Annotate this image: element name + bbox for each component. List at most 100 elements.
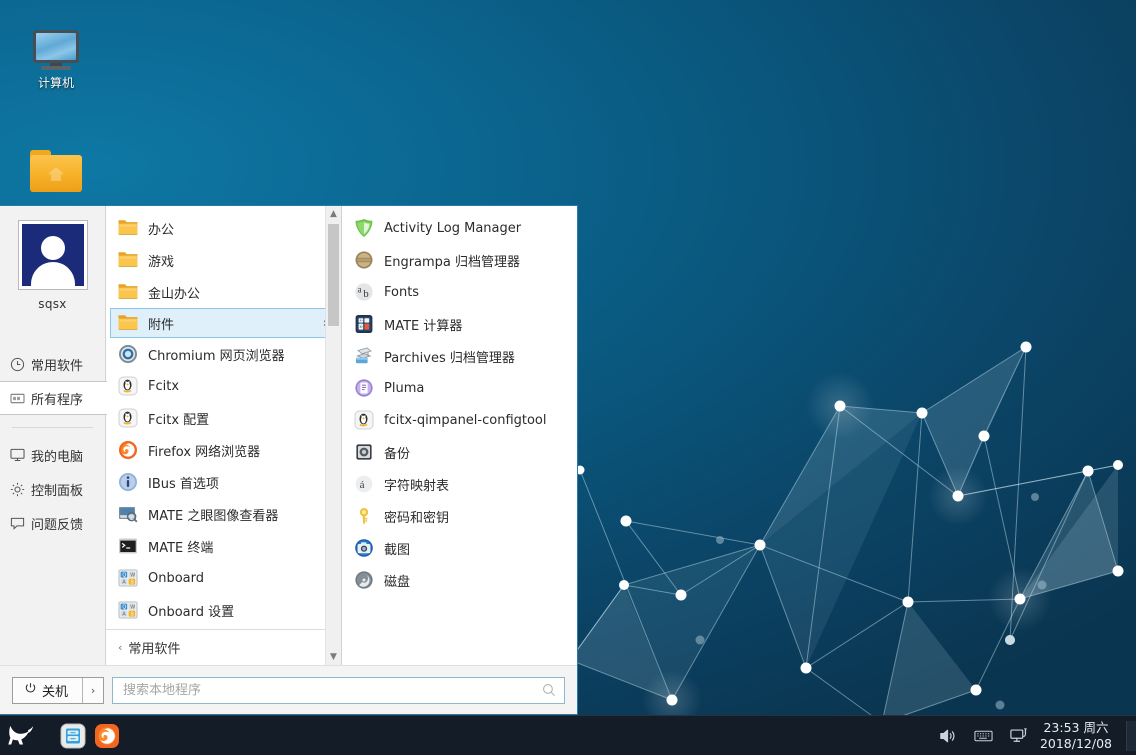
app-list-item-label: Fcitx 配置	[148, 412, 210, 428]
gear-icon	[9, 481, 26, 498]
submenu-item-label: Activity Log Manager	[384, 220, 522, 236]
svg-text:Q: Q	[122, 572, 126, 578]
folder-icon	[118, 250, 138, 270]
svg-text:+-: +-	[359, 318, 364, 323]
start-menu-bottom-bar: 关机 ›	[0, 665, 577, 714]
sidebar-item-frequent[interactable]: 常用软件	[0, 347, 105, 381]
sidebar-item-control-panel[interactable]: 控制面板	[0, 472, 105, 506]
ibus-icon	[118, 472, 138, 492]
app-list-item-label: Chromium 网页浏览器	[148, 348, 285, 364]
app-list-item-label: Firefox 网络浏览器	[148, 444, 261, 460]
taskbar-app-file-manager[interactable]	[60, 723, 86, 749]
app-list-footer-label: 常用软件	[128, 642, 181, 657]
clock-date: 2018/12/08	[1039, 735, 1112, 751]
shutdown-button[interactable]: 关机	[13, 678, 82, 703]
start-menu-button[interactable]	[0, 716, 40, 755]
sidebar-divider	[12, 427, 93, 428]
app-list-item[interactable]: 附件›	[110, 308, 339, 338]
app-list-item[interactable]: MATE 终端	[106, 530, 341, 562]
submenu-item[interactable]: +- x÷ MATE 计算器	[342, 308, 577, 340]
taskbar-app-firefox[interactable]	[94, 723, 120, 749]
app-list-scrollbar[interactable]: ▲ ▼	[325, 206, 341, 665]
search-icon	[542, 683, 556, 697]
disks-icon	[354, 570, 374, 590]
power-icon	[24, 682, 37, 699]
shutdown-label: 关机	[42, 684, 69, 700]
firefox-icon	[95, 723, 119, 748]
fcitx-icon	[118, 408, 138, 428]
submenu-item[interactable]: a b Fonts	[342, 276, 577, 308]
app-list-item-label: 金山办公	[148, 286, 201, 302]
svg-text:á: á	[360, 479, 365, 491]
show-desktop-button[interactable]	[1126, 720, 1136, 751]
volume-icon[interactable]	[938, 726, 958, 746]
submenu-item[interactable]: á 字符映射表	[342, 468, 577, 500]
search-box[interactable]	[112, 676, 565, 704]
scroll-down-button[interactable]: ▼	[326, 649, 341, 665]
parchives-icon	[354, 346, 374, 366]
desktop-icon-computer[interactable]: 计算机	[8, 30, 104, 91]
app-list-item[interactable]: Q W A S Onboard 设置	[106, 594, 341, 626]
shutdown-button-group: 关机 ›	[12, 676, 105, 704]
app-list-item[interactable]: 游戏	[106, 244, 341, 276]
submenu-item-label: Pluma	[384, 380, 425, 396]
svg-text:Q: Q	[122, 604, 126, 610]
svg-text:a: a	[358, 285, 362, 295]
clock[interactable]: 23:53 周六 2018/12/08	[1040, 720, 1112, 752]
app-list-item-label: Onboard 设置	[148, 604, 235, 620]
submenu-column: Activity Log Manager Engrampa 归档管理器 a b Font…	[342, 206, 577, 665]
screenshot-icon	[354, 538, 374, 558]
app-list-footer[interactable]: ‹ 常用软件	[106, 629, 341, 665]
app-list-item[interactable]: Fcitx	[106, 370, 341, 402]
app-list-item-label: Onboard	[148, 570, 205, 586]
sidebar-item-feedback[interactable]: 问题反馈	[0, 506, 105, 540]
sidebar-item-label: 常用软件	[31, 358, 84, 374]
submenu-item[interactable]: 密码和密钥	[342, 500, 577, 532]
app-list-item[interactable]: Firefox 网络浏览器	[106, 434, 341, 466]
backup-icon	[354, 442, 374, 462]
search-input[interactable]	[123, 682, 542, 698]
avatar[interactable]	[17, 220, 88, 290]
taskbar: 23:53 周六 2018/12/08	[0, 715, 1136, 755]
submenu-item[interactable]: Parchives 归档管理器	[342, 340, 577, 372]
keyboard-icon[interactable]	[974, 726, 994, 746]
sidebar-item-my-computer[interactable]: 我的电脑	[0, 438, 105, 472]
app-list-item[interactable]: 办公	[106, 212, 341, 244]
svg-text:W: W	[130, 572, 135, 578]
eye-of-mate-icon	[118, 504, 138, 524]
submenu-item[interactable]: 磁盘	[342, 564, 577, 596]
app-list-item[interactable]: Q W A S Onboard	[106, 562, 341, 594]
submenu-item[interactable]: 备份	[342, 436, 577, 468]
shutdown-options-button[interactable]: ›	[82, 677, 103, 703]
network-icon[interactable]	[1010, 726, 1030, 746]
fonts-icon: ab	[354, 282, 374, 302]
app-list-item[interactable]: Chromium 网页浏览器	[106, 338, 341, 370]
app-list-item[interactable]: IBus 首选项	[106, 466, 341, 498]
submenu-item[interactable]: Pluma	[342, 372, 577, 404]
sidebar-item-all-programs[interactable]: 所有程序	[0, 381, 107, 415]
submenu-item-label: Fonts	[384, 284, 420, 300]
submenu-item[interactable]: 截图	[342, 532, 577, 564]
app-list-item-label: MATE 之眼图像查看器	[148, 508, 279, 524]
scroll-up-button[interactable]: ▲	[326, 206, 341, 222]
sidebar-item-label: 问题反馈	[31, 517, 84, 533]
start-menu-sidebar: sqsx 常用软件 所有程序 我的电脑 控制面板 问题反馈	[0, 206, 107, 665]
pluma-icon	[354, 378, 374, 398]
submenu-item[interactable]: Engrampa 归档管理器	[342, 244, 577, 276]
app-list-item[interactable]: 金山办公	[106, 276, 341, 308]
app-list-item[interactable]: MATE 之眼图像查看器	[106, 498, 341, 530]
svg-text:W: W	[130, 604, 135, 610]
onboard-icon: QWAS	[118, 600, 138, 620]
submenu-item[interactable]: Activity Log Manager	[342, 212, 577, 244]
sidebar-item-label: 控制面板	[31, 483, 84, 499]
app-list-column: 办公游戏金山办公附件› Chromium 网页浏览器 Fcitx Fcitx 配置 Fi…	[106, 206, 342, 665]
submenu-item[interactable]: fcitx-qimpanel-configtool	[342, 404, 577, 436]
app-list-item-label: 办公	[148, 222, 175, 238]
folder-icon	[118, 282, 138, 302]
desktop-icon-home-folder[interactable]	[8, 150, 104, 198]
user-avatar-icon	[21, 224, 84, 286]
app-list-item[interactable]: Fcitx 配置	[106, 402, 341, 434]
scrollbar-thumb[interactable]	[328, 224, 339, 326]
folder-icon	[118, 313, 138, 333]
svg-text:x÷: x÷	[360, 324, 365, 329]
